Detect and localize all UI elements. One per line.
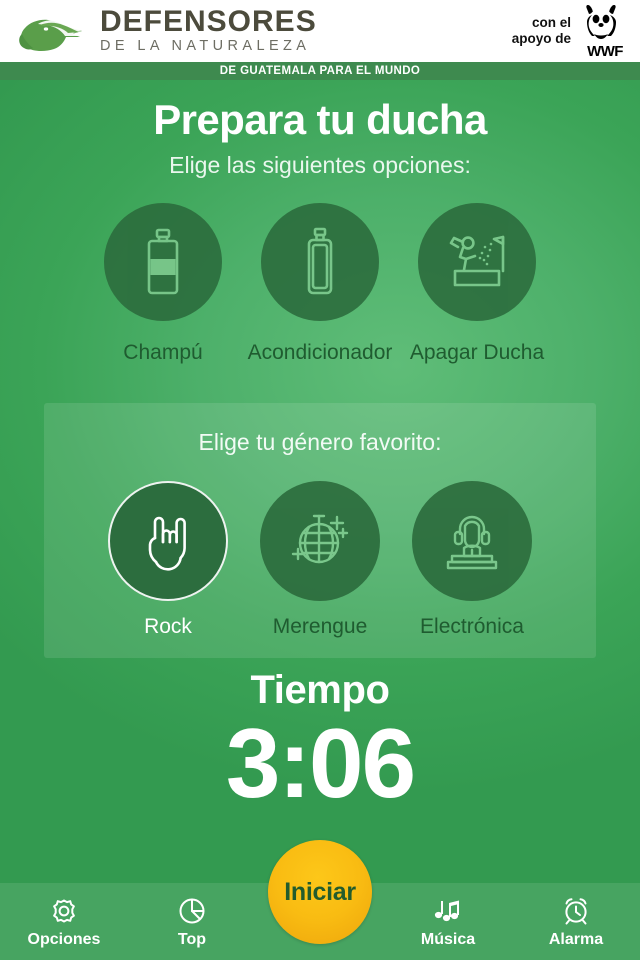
option-champu-label: Champú: [123, 341, 203, 364]
genre-heading: Elige tu género favorito:: [198, 429, 442, 455]
nav-item-alarma[interactable]: Alarma: [512, 883, 640, 949]
pie-chart-icon: [177, 893, 207, 929]
genre-rock[interactable]: Rock: [108, 481, 228, 639]
option-apagar-ducha[interactable]: Apagar Ducha: [410, 203, 544, 365]
nav-item-top-label: Top: [177, 931, 207, 948]
option-champu[interactable]: Champú: [104, 203, 222, 365]
alarm-clock-icon: [560, 893, 592, 929]
shampoo-bottle-icon: [147, 228, 179, 295]
option-acondicionador-circle[interactable]: [261, 203, 379, 321]
wwf-panda-icon: [586, 5, 616, 41]
page-subtitle: Elige las siguientes opciones:: [169, 152, 471, 178]
wwf-logo: WWF: [578, 3, 632, 59]
rock-hand-horns-icon: [148, 516, 186, 571]
shower-off-icon: [449, 235, 505, 287]
support-text-line1: con el: [531, 15, 571, 31]
nav-item-opciones[interactable]: Opciones: [0, 883, 128, 949]
nav-item-alarma-label: Alarma: [548, 931, 604, 948]
brand-wordmark: DEFENSORES DE LA NATURALEZA: [100, 4, 317, 56]
nav-item-top[interactable]: Top: [128, 883, 256, 949]
brand-header: DEFENSORES DE LA NATURALEZA con el apoyo…: [0, 0, 640, 62]
genre-panel: Elige tu género favorito: Rock Merengue …: [44, 403, 596, 658]
page-title: Prepara tu ducha: [153, 96, 487, 143]
nav-item-musica[interactable]: Música: [384, 883, 512, 949]
nav-item-opciones-label: Opciones: [27, 931, 101, 948]
brand-logo: DEFENSORES DE LA NATURALEZA: [0, 4, 317, 56]
partner-support: con el apoyo de WWF: [512, 2, 632, 60]
support-text: con el apoyo de: [512, 15, 571, 46]
start-button-label: Iniciar: [284, 877, 356, 906]
tagline-bar: DE GUATEMALA PARA EL MUNDO: [0, 62, 640, 80]
music-notes-icon: [432, 893, 464, 929]
option-acondicionador[interactable]: Acondicionador: [248, 203, 392, 365]
genre-electronica-circle[interactable]: [412, 481, 532, 601]
wwf-wordmark: WWF: [587, 43, 623, 60]
anteater-logo-icon: [19, 19, 82, 52]
genre-merengue[interactable]: Merengue: [260, 481, 380, 639]
disco-ball-icon: [291, 514, 349, 564]
gear-icon: [49, 893, 79, 929]
timer-title: Tiempo: [250, 668, 390, 712]
option-apagar-ducha-label: Apagar Ducha: [409, 341, 545, 364]
option-acondicionador-label: Acondicionador: [247, 341, 393, 364]
genre-electronica-label: Electrónica: [420, 615, 524, 638]
genre-options-row: Rock Merengue Electrónica: [44, 481, 596, 639]
brand-name-secondary: DE LA NATURALEZA: [100, 38, 311, 55]
tagline-text: DE GUATEMALA PARA EL MUNDO: [219, 65, 421, 77]
timer-value: 3:06: [225, 708, 416, 818]
conditioner-bottle-icon: [307, 227, 333, 295]
genre-rock-label: Rock: [144, 615, 192, 638]
genre-merengue-circle[interactable]: [260, 481, 380, 601]
dj-headphones-icon: [446, 515, 498, 570]
genre-rock-circle[interactable]: [108, 481, 228, 601]
app-screen: DEFENSORES DE LA NATURALEZA con el apoyo…: [0, 0, 640, 960]
shower-options-row: Champú Acondicionador Apagar Ducha: [0, 203, 640, 365]
option-apagar-ducha-circle[interactable]: [418, 203, 536, 321]
genre-electronica[interactable]: Electrónica: [412, 481, 532, 639]
nav-item-musica-label: Música: [420, 931, 476, 948]
brand-name-primary: DEFENSORES: [100, 4, 317, 38]
support-text-line2: apoyo de: [511, 31, 571, 46]
start-button[interactable]: Iniciar: [268, 840, 372, 944]
option-champu-circle[interactable]: [104, 203, 222, 321]
genre-merengue-label: Merengue: [272, 615, 368, 638]
